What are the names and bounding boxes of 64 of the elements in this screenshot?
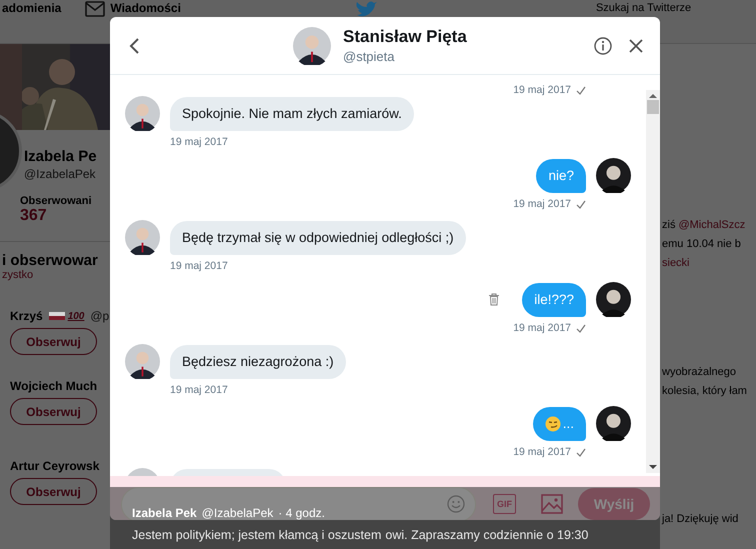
follow-button[interactable]: Obserwuj [10,478,97,505]
stat-value[interactable]: 367 [20,207,110,225]
message-bubble: ile!??? [522,282,586,316]
tweet-text: ja! Dziękuję wid [662,513,738,525]
image-icon[interactable] [541,494,563,514]
nav-link[interactable]: adomienia [2,1,62,15]
author-name: Izabela Pek [132,506,197,520]
view-all-link[interactable]: zystko [2,269,110,281]
mention-link[interactable]: @MichalSzcz [678,219,746,231]
avatar [125,96,160,131]
mention-link[interactable]: siecki [662,257,690,269]
timestamp: 19 maj 2017 [513,198,571,210]
message-bubble: Spokojnie. Nie mam złych zamiarów. [170,96,414,130]
gif-button[interactable]: GIF [493,494,516,514]
message-bubble: ... [532,406,586,440]
message-bubble: Będę trzymał się w odpowiedniej odległości ;) [170,220,466,254]
search-field[interactable]: Szukaj na Twitterze [596,1,692,15]
back-icon[interactable] [128,36,140,54]
nav-link[interactable]: Wiadomości [110,1,181,15]
person-name[interactable]: Krzyś [10,309,43,323]
avatar [125,344,160,379]
message-field[interactable] [121,486,476,520]
avatar [125,220,160,255]
mail-icon[interactable] [85,1,106,17]
trash-icon[interactable] [488,293,500,306]
emoji-icon[interactable] [447,495,465,513]
profile-handle: @IzabelaPek [24,167,97,181]
stat-label[interactable]: Obserwowani [20,195,110,207]
timestamp: 19 maj 2017 [170,384,228,396]
follow-button[interactable]: Obserwuj [10,398,97,425]
timestamp: 19 maj 2017 [170,136,228,148]
avatar [596,406,631,441]
timestamp: 19 maj 2017 [513,446,571,458]
author-handle: @IzabelaPek [202,506,274,520]
contact-name: Stanisław Pięta [343,27,467,47]
person-name[interactable]: Wojciech Much [10,379,98,393]
tweet-time: · 4 godz. [278,506,325,520]
close-icon[interactable] [628,38,644,54]
info-icon[interactable] [594,36,612,54]
tweet-text: kolesia, który łam [662,385,747,397]
tweet-text: emu 10.04 nie b [662,238,741,250]
contact-handle: @stpieta [343,49,396,64]
profile-name: Izabela Pe [24,148,98,165]
flag-icon [48,312,65,320]
follow-button[interactable]: Obserwuj [10,328,97,355]
timestamp: 19 maj 2017 [513,322,571,334]
hundred-label: 100 [68,310,84,322]
bird-icon[interactable] [354,1,377,19]
avatar [596,282,631,317]
section-title: i obserwowar [2,252,99,269]
person-handle: @p [90,309,110,323]
tweet-text: owi. Zapraszamy codziennie o 19:30 [385,528,588,542]
avatar [293,26,331,64]
timestamp: 19 maj 2017 [170,260,228,272]
tweet-text: Jestem politykiem; jestem kłamcą i oszustem [132,528,382,542]
timestamp: 19 maj 2017 [513,84,571,96]
avatar [596,158,631,193]
person-name[interactable]: Artur Ceyrowsk [10,459,100,473]
message-bubble: nie? [536,158,586,192]
tweet-text: wyobrażalnego [662,366,736,378]
message-bubble: Będziesz niezagrożona :) [170,344,346,378]
tweet-text: ziś [662,219,676,231]
smirk-icon [544,416,561,432]
scrollbar[interactable] [646,90,660,473]
